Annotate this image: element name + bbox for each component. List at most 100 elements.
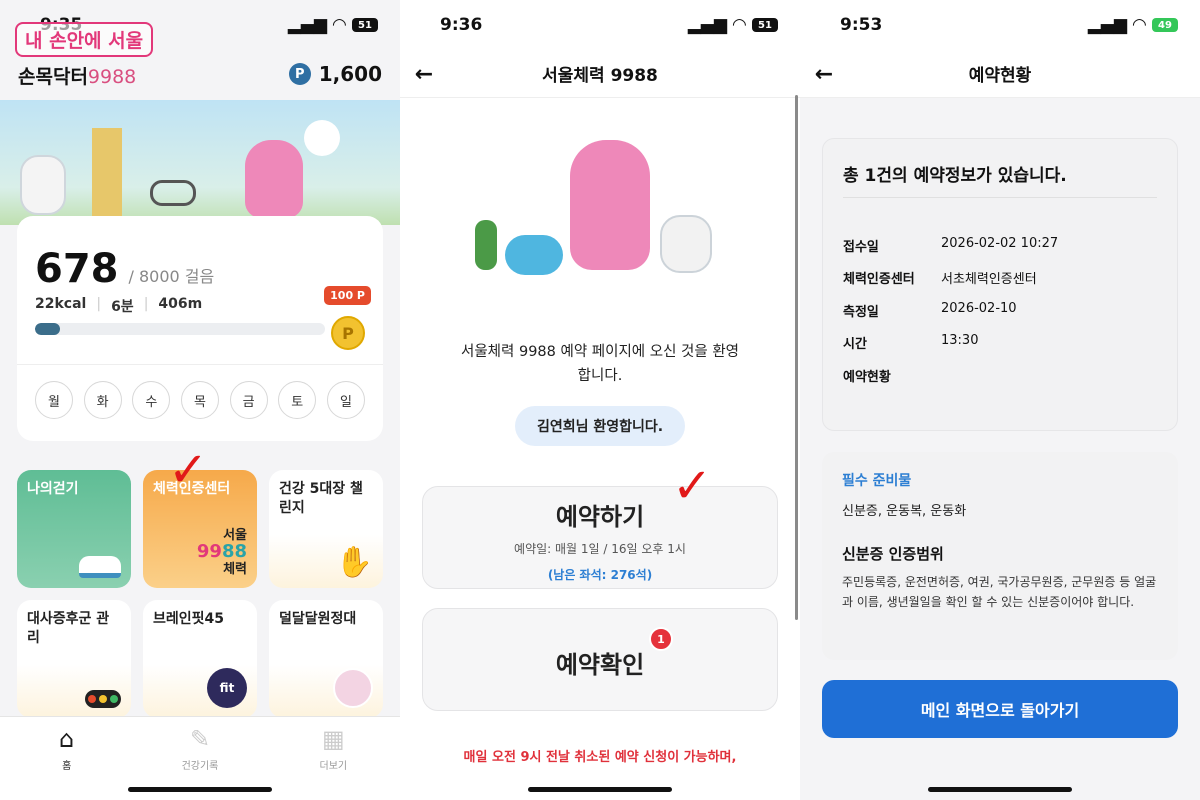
mascot-icon [333,668,373,708]
info-row-time: 시간 13:30 [843,333,1165,352]
signal-icon: ▂▄▆ [287,15,327,35]
user-greeting-chip: 김연희님 환영합니다. [515,406,685,446]
info-label: 시간 [843,337,867,352]
tile-my-walk[interactable]: 나의걷기 [17,470,131,588]
day-fri[interactable]: 금 [229,381,268,419]
point-icon: P [288,63,311,85]
info-label: 예약현황 [843,370,891,385]
status-time: 9:53 [840,15,883,35]
green-dino-illustration [475,220,497,270]
reserve-date: 예약일: 매월 1일 / 16일 오후 1시 [514,542,686,556]
return-main-button[interactable]: 메인 화면으로 돌아가기 [822,680,1178,738]
welcome-line-2: 합니다. [577,368,623,384]
welcome-line-1: 서울체력 9988 예약 페이지에 오신 것을 환영 [461,344,739,360]
reservation-screen: 9:36 ▂▄▆ ◠ 51 ← 서울체력 9988 서울체력 9988 예약 페… [400,0,800,800]
brainfit-logo-icon: fit [207,668,247,708]
day-mon[interactable]: 월 [35,381,73,419]
day-sun[interactable]: 일 [326,381,365,419]
mascot-illustration [465,130,735,290]
seoul-app-badge: 내 손안에 서울 [15,22,154,57]
app-title: 손목닥터9988 [18,62,136,89]
tile-label: 대사증후군 관리 [27,611,110,646]
step-card[interactable]: 678 / 8000 걸음 22kcal | 6분 | 406m 100 P P… [17,216,383,441]
tower-illustration [92,128,122,223]
confirm-reservation-button[interactable]: 예약확인 1 [422,608,778,711]
wifi-icon: ◠ [732,15,746,35]
annotation-check-icon: ✓ [672,458,713,514]
id-scope-description: 주민등록증, 운전면허증, 여권, 국가공무원증, 군무원증 등 얼굴과 이름,… [842,575,1157,609]
home-indicator [128,787,272,792]
white-tiger-illustration [660,215,712,273]
day-thu[interactable]: 목 [180,381,219,419]
reserve-button[interactable]: 예약하기 예약일: 매월 1일 / 16일 오후 1시 (남은 좌석: 276석… [422,486,778,589]
tab-home[interactable]: ⌂ 홈 [0,717,133,800]
tile-health-challenge[interactable]: 건강 5대장 챌린지 ✋ [269,470,383,588]
white-mascot-illustration [20,155,66,215]
app-title-number: 9988 [87,66,137,88]
grid-icon: ▦ [321,725,345,753]
logo-num-1: 99 [196,541,222,562]
wifi-icon: ◠ [332,15,346,35]
info-row-center: 체력인증센터 서초체력인증센터 [843,268,1165,287]
step-count: 678 / 8000 걸음 [35,246,214,292]
coin-button[interactable]: P [331,316,365,350]
reserve-title: 예약하기 [555,503,645,531]
day-sat[interactable]: 토 [278,381,317,419]
signal-icon: ▂▄▆ [1087,15,1127,35]
stat-divider: | [143,296,149,312]
hand-icon: ✋ [335,545,373,580]
info-label: 접수일 [843,240,879,255]
day-wed[interactable]: 수 [132,381,171,419]
status-icons: ▂▄▆ ◠ 51 [688,15,778,35]
traffic-light-icon [85,690,121,708]
back-arrow-icon[interactable]: ← [808,58,840,90]
battery-icon: 51 [352,18,378,32]
battery-icon: 49 [1152,18,1178,32]
sun-illustration [304,120,340,156]
reservation-status-screen: 9:53 ▂▄▆ ◠ 49 ← 예약현황 총 1건의 예약정보가 있습니다. 접… [800,0,1200,800]
tab-label: 건강기록 [181,761,219,772]
welcome-message: 서울체력 9988 예약 페이지에 오신 것을 환영 합니다. [430,340,770,388]
page-title: 서울체력 9988 [542,66,658,86]
tile-brainfit45[interactable]: 브레인핏45 fit [143,600,257,718]
distance-value: 406m [158,296,203,312]
tab-more[interactable]: ▦ 더보기 [267,717,400,800]
info-label: 체력인증센터 [843,272,915,287]
page-title: 예약현황 [968,66,1032,86]
tile-metabolic-syndrome[interactable]: 대사증후군 관리 [17,600,131,718]
confirm-title: 예약확인 [555,651,645,679]
status-icons: ▂▄▆ ◠ 51 [288,15,378,35]
logo-num-2: 88 [221,541,247,562]
day-tue[interactable]: 화 [83,381,122,419]
tile-label: 덜달달원정대 [279,611,357,627]
info-row-measure-date: 측정일 2026-02-10 [843,301,1165,320]
annotation-check-icon: ✓ [168,442,209,498]
preparation-card: 필수 준비물 신분증, 운동복, 운동화 신분증 인증범위 주민등록증, 운전면… [822,452,1178,660]
status-icons: ▂▄▆ ◠ 49 [1088,15,1178,35]
back-arrow-icon[interactable]: ← [408,58,440,90]
bottom-tab-bar: ⌂ 홈 ✎ 건강기록 ▦ 더보기 [0,716,400,800]
tile-low-sugar-expedition[interactable]: 덜달달원정대 [269,600,383,718]
app-title-text: 손목닥터 [18,66,88,88]
info-value: 서초체력인증센터 [941,272,1037,287]
id-scope-title: 신분증 인증범위 [842,545,944,563]
kcal-value: 22kcal [35,296,87,312]
hero-banner [0,100,400,225]
step-progress-bar [35,323,325,335]
tile-label: 브레인핏45 [153,611,225,627]
home-indicator [528,787,672,792]
pink-monster-illustration [570,140,650,270]
reservation-info-card: 총 1건의 예약정보가 있습니다. 접수일 2026-02-02 10:27 체… [822,138,1178,431]
info-label: 측정일 [843,305,879,320]
pink-mascot-illustration [245,140,303,218]
tile-label: 나의걷기 [27,481,79,497]
blue-dino-illustration [505,235,563,275]
info-value [941,366,1165,385]
logo-bottom-text: 체력 [223,562,247,577]
status-time: 9:36 [440,15,483,35]
activity-stats: 22kcal | 6분 | 406m [35,296,202,316]
step-value: 678 [35,246,119,292]
stat-divider: | [96,296,102,312]
scrollbar[interactable] [795,95,798,620]
point-balance[interactable]: P 1,600 [288,62,382,86]
